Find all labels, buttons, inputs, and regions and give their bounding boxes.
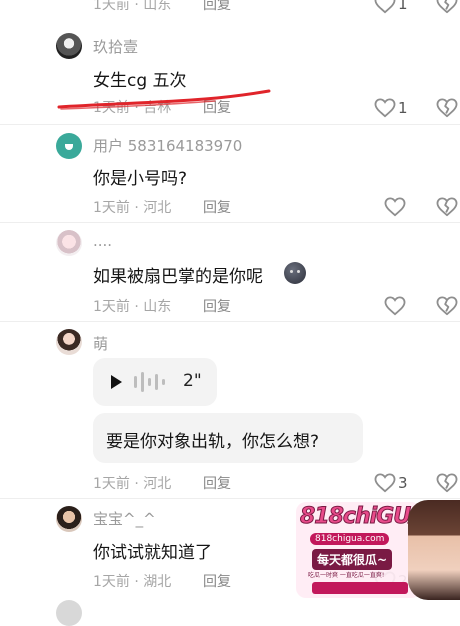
username[interactable]: ....: [93, 232, 112, 250]
reply-button[interactable]: 回复: [203, 296, 231, 316]
like-count: 1: [398, 0, 408, 13]
comment-meta: 1天前 · 湖北: [93, 574, 172, 590]
comment-meta: 1天前 · 山东: [93, 299, 172, 315]
like-count: 1: [398, 99, 408, 117]
avatar[interactable]: [56, 33, 82, 59]
reply-button[interactable]: 回复: [203, 473, 231, 493]
like-count: 3: [398, 474, 408, 492]
watermark-logo: 818chiGUA: [299, 504, 426, 530]
like-heart-icon[interactable]: [374, 0, 396, 14]
reply-button[interactable]: 回复: [203, 571, 231, 591]
watermark-portrait: [408, 500, 460, 600]
dislike-broken-heart-icon[interactable]: [436, 473, 458, 493]
avatar[interactable]: [56, 329, 82, 355]
avatar[interactable]: [56, 506, 82, 532]
comment-text: 你试试就知道了: [93, 543, 212, 563]
reply-button[interactable]: 回复: [203, 197, 231, 217]
dislike-broken-heart-icon[interactable]: [436, 0, 458, 14]
watermark-slogan: 每天都很瓜~: [312, 549, 393, 570]
comment-text: 如果被扇巴掌的是你呢: [93, 267, 263, 287]
avatar[interactable]: [56, 600, 82, 626]
voice-duration: 2": [183, 371, 202, 391]
voice-message[interactable]: 2": [93, 358, 217, 406]
comment-text: 你是小号吗?: [93, 169, 188, 189]
username[interactable]: 玖拾壹: [93, 36, 138, 57]
text-bubble: 要是你对象出轨，你怎么想?: [93, 413, 363, 463]
username[interactable]: 用户 583164183970: [93, 135, 242, 156]
like-heart-icon[interactable]: [374, 98, 396, 118]
waveform-icon: [134, 372, 165, 392]
like-heart-icon[interactable]: [384, 296, 406, 316]
comment-meta: 1天前 · 河北: [93, 476, 172, 492]
avatar[interactable]: [56, 230, 82, 256]
watermark-overlay: 818chiGUA 818chigua.com 每天都很瓜~ 吃瓜一时爽 一直吃…: [296, 500, 460, 600]
dislike-broken-heart-icon[interactable]: [436, 296, 458, 316]
dislike-broken-heart-icon[interactable]: [436, 197, 458, 217]
dislike-broken-heart-icon[interactable]: [436, 98, 458, 118]
watermark-site: 818chigua.com: [310, 533, 390, 545]
watermark-banner: [312, 582, 408, 594]
watermark-tagline: 吃瓜一时爽 一直吃瓜一直爽!: [308, 572, 385, 579]
like-heart-icon[interactable]: [384, 197, 406, 217]
like-heart-icon[interactable]: [374, 473, 396, 493]
dark-face-emoji-icon: [284, 262, 306, 284]
red-scribble-underline: [57, 89, 271, 110]
play-icon[interactable]: [110, 375, 122, 389]
comment-meta: 1天前 · 山东: [93, 0, 172, 13]
username[interactable]: 萌: [93, 333, 108, 354]
reply-button[interactable]: 回复: [203, 0, 231, 14]
avatar[interactable]: [56, 133, 82, 159]
comment-text: 要是你对象出轨，你怎么想?: [106, 432, 320, 452]
username[interactable]: 宝宝^_^: [93, 508, 156, 529]
comment-meta: 1天前 · 河北: [93, 200, 172, 216]
